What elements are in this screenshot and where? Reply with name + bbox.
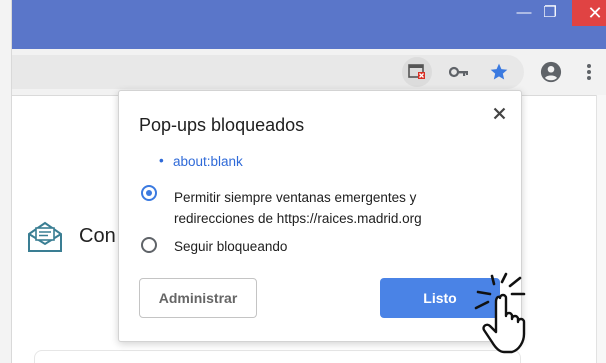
browser-toolbar [12, 49, 606, 96]
allow-always-label[interactable]: Permitir siempre ventanas emergentes y r… [174, 187, 474, 229]
popup-blocked-button[interactable] [402, 57, 432, 87]
password-key-button[interactable] [444, 57, 474, 87]
account-icon [540, 61, 562, 83]
dialog-close-button[interactable] [487, 101, 511, 125]
kebab-menu-icon [587, 64, 591, 80]
browser-menu-button[interactable] [574, 57, 604, 87]
window-left-edge [0, 0, 12, 363]
blocked-list-bullet: • [159, 153, 164, 168]
account-button[interactable] [536, 57, 566, 87]
mail-icon [28, 221, 62, 252]
page-scrollbar[interactable] [596, 95, 606, 363]
blocked-popup-link[interactable]: about:blank [173, 154, 243, 169]
popups-blocked-dialog: Pop-ups bloqueados • about:blank Permiti… [118, 90, 522, 342]
dialog-title: Pop-ups bloqueados [139, 115, 305, 135]
browser-title-bar: — ❐ ✕ [12, 0, 606, 49]
star-icon [490, 63, 508, 80]
hand-pointer-icon [474, 272, 526, 354]
close-icon [493, 107, 505, 119]
manage-button[interactable]: Administrar [139, 278, 257, 318]
keep-blocking-label[interactable]: Seguir bloqueando [174, 239, 287, 254]
background-card [34, 350, 521, 363]
maximize-button[interactable]: ❐ [530, 0, 570, 26]
keep-blocking-radio[interactable] [141, 237, 157, 253]
bookmark-star-button[interactable] [484, 57, 514, 87]
close-window-button[interactable]: ✕ [572, 0, 606, 26]
popup-blocked-icon [408, 64, 425, 79]
background-heading: Con [79, 225, 116, 247]
key-icon [449, 66, 468, 78]
allow-always-radio[interactable] [141, 185, 157, 201]
